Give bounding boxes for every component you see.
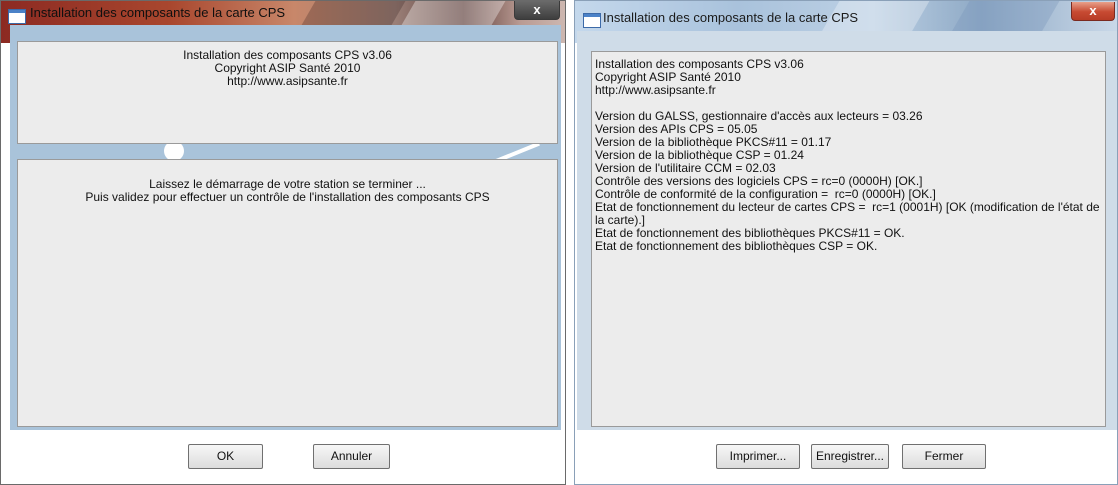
- window-icon: [583, 13, 601, 28]
- save-button[interactable]: Enregistrer...: [811, 444, 889, 469]
- button-bar: OK Annuler: [1, 430, 565, 484]
- log-panel: Installation des composants CPS v3.06 Co…: [591, 51, 1106, 427]
- print-button[interactable]: Imprimer...: [716, 444, 800, 469]
- close-button[interactable]: x: [514, 1, 560, 20]
- message-line: Puis validez pour effectuer un contrôle …: [85, 190, 490, 204]
- header-panel: Installation des composants CPS v3.06 Co…: [17, 41, 558, 144]
- decorative-dot: [164, 141, 184, 161]
- log-line: http://www.asipsante.fr: [595, 83, 716, 97]
- installer-window-right: Installation des composants de la carte …: [574, 0, 1118, 485]
- installer-window-left: Installation des composants de la carte …: [0, 0, 566, 485]
- window-title: Installation des composants de la carte …: [30, 5, 286, 20]
- ok-button[interactable]: OK: [188, 444, 263, 469]
- log-line: Etat de fonctionnement des bibliothèques…: [595, 239, 878, 253]
- close-button[interactable]: x: [1071, 2, 1115, 21]
- message-panel: Laissez le démarrage de votre station se…: [17, 159, 558, 427]
- cancel-button[interactable]: Annuler: [313, 444, 390, 469]
- window-icon: [8, 9, 26, 24]
- close-dialog-button[interactable]: Fermer: [902, 444, 986, 469]
- log-line: Etat de fonctionnement du lecteur de car…: [595, 200, 1103, 227]
- header-line: http://www.asipsante.fr: [227, 74, 348, 88]
- button-bar: Imprimer... Enregistrer... Fermer: [575, 430, 1117, 484]
- window-title: Installation des composants de la carte …: [603, 10, 859, 25]
